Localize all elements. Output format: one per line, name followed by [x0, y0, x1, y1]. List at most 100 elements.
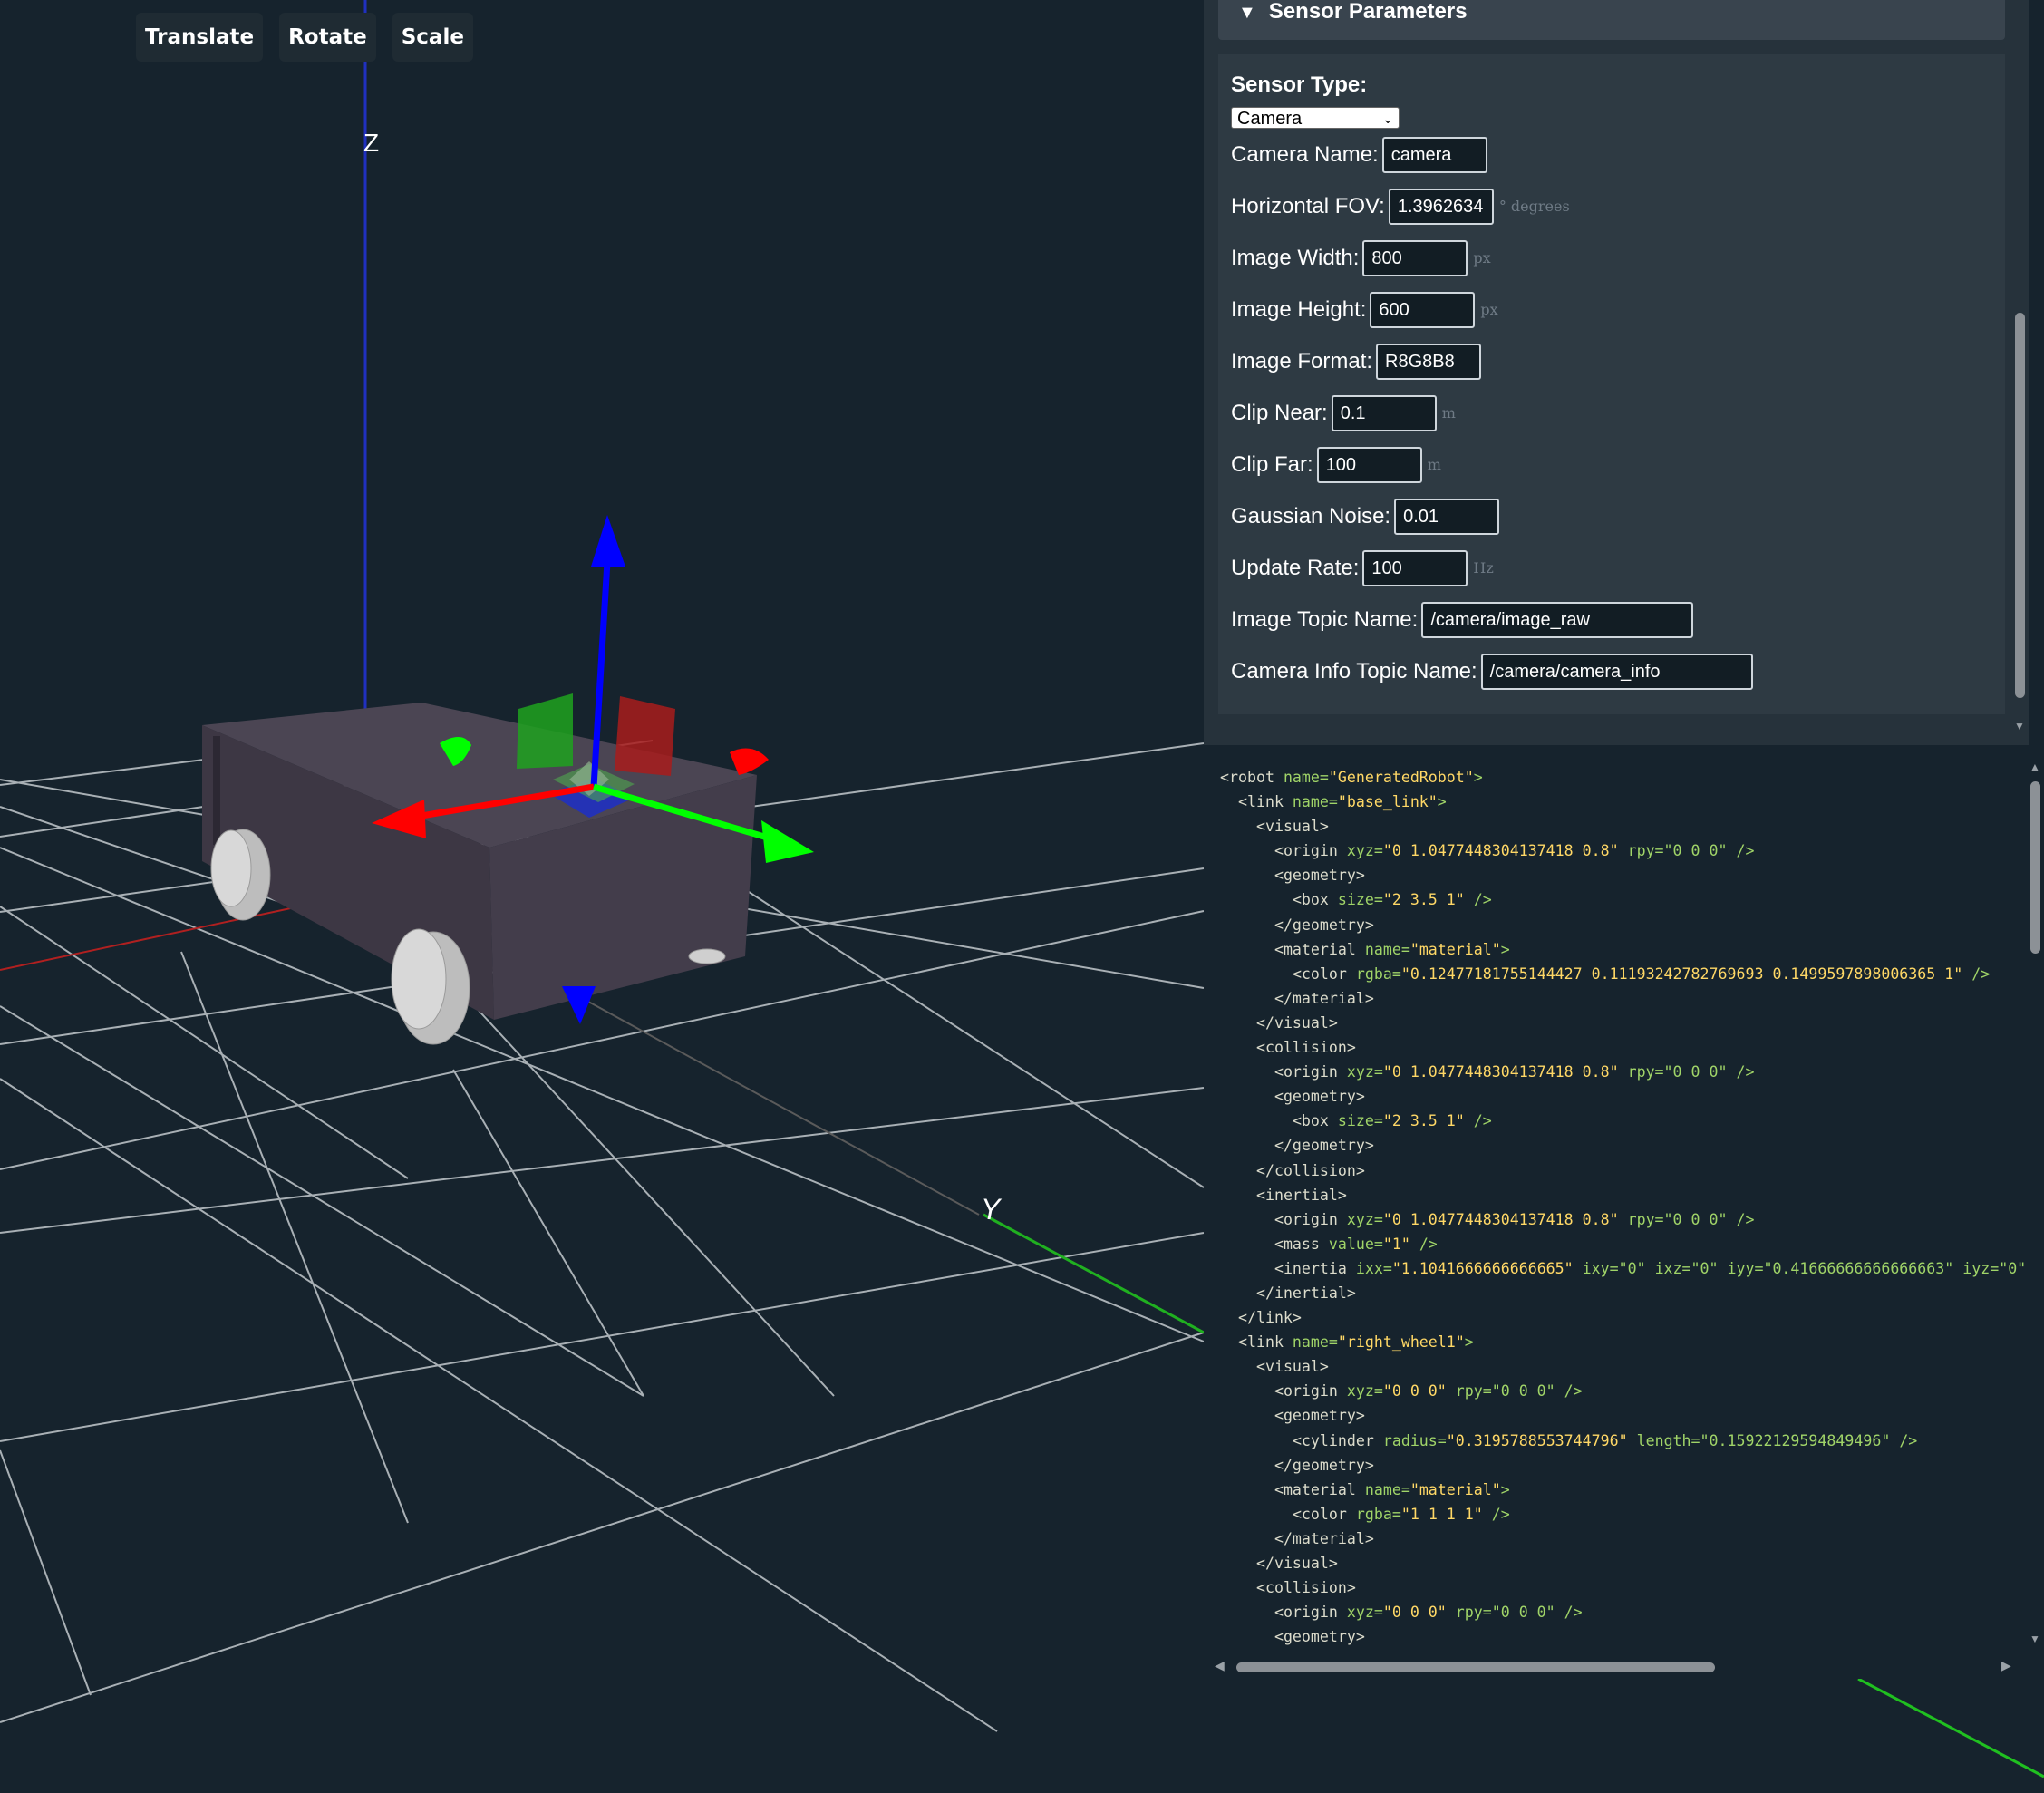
code-token: <origin: [1274, 1063, 1338, 1081]
sensor-field-label: Clip Near:: [1231, 400, 1328, 425]
code-line: <inertial>: [1220, 1183, 2026, 1207]
code-token: "0.12477181755144427 0.11193242782769693…: [1400, 964, 1963, 983]
code-token: />: [1464, 1112, 1492, 1130]
code-token: size=: [1328, 1112, 1383, 1130]
code-token: >: [1473, 769, 1483, 786]
code-token: />: [1409, 1235, 1438, 1253]
code-token: <cylinder: [1292, 1431, 1374, 1449]
code-token: radius=: [1373, 1431, 1447, 1449]
code-token: >: [1464, 1333, 1474, 1352]
sensor-field-label: Image Topic Name:: [1231, 606, 1419, 632]
code-line: <color rgba="0.12477181755144427 0.11193…: [1220, 962, 2026, 986]
code-token: <collision>: [1255, 1579, 1356, 1597]
code-line: <robot name="GeneratedRobot">: [1220, 765, 2026, 790]
code-token: <robot: [1220, 769, 1274, 786]
code-line: <geometry>: [1220, 1084, 2026, 1109]
translate-button[interactable]: Translate: [136, 13, 264, 62]
sensor-field-row: Update Rate: 100 Hz: [1231, 542, 1992, 594]
code-token: />: [1962, 964, 1991, 983]
code-token: value=: [1319, 1235, 1383, 1253]
code-token: "0 1.0477448304137418 0.8": [1382, 1063, 1619, 1081]
code-line: <color rgba="1 1 1 1" />: [1220, 1502, 2026, 1526]
sensor-form: Sensor Type: Camera ⌄ Camera Name: camera…: [1218, 54, 2005, 714]
code-token: <material: [1274, 940, 1356, 958]
code-token: </visual>: [1255, 1013, 1338, 1032]
urdf-code[interactable]: <robot name="GeneratedRobot"> <link name…: [1220, 765, 2026, 1649]
code-token: rpy="0 0 0" />: [1446, 1604, 1583, 1622]
code-token: <geometry>: [1274, 1628, 1365, 1646]
scrollbar-thumb[interactable]: [2015, 313, 2025, 698]
code-token: <visual>: [1255, 818, 1329, 836]
sensor-field-unit: m: [1427, 456, 1441, 473]
sensor-field-input[interactable]: /camera/camera_info: [1480, 653, 1753, 690]
collapse-triangle-icon[interactable]: ▼: [1238, 3, 1256, 23]
sensor-field-input[interactable]: camera: [1381, 136, 1487, 173]
sensor-field-input[interactable]: 0.1: [1331, 394, 1437, 431]
code-token: rpy="0 0 0" />: [1618, 1063, 1755, 1081]
code-token: <inertia: [1274, 1259, 1347, 1277]
code-token: </material>: [1274, 989, 1374, 1007]
code-token: <link: [1237, 1333, 1284, 1352]
urdf-code-panel[interactable]: <robot name="GeneratedRobot"> <link name…: [1204, 749, 2044, 1679]
sensor-field-input[interactable]: 800: [1362, 239, 1468, 276]
code-token: <link: [1237, 793, 1284, 811]
sensor-field-input[interactable]: 600: [1370, 291, 1476, 328]
code-token: name=: [1355, 940, 1410, 958]
code-token: "0 1.0477448304137418 0.8": [1382, 1210, 1619, 1228]
code-token: <geometry>: [1274, 1407, 1365, 1425]
code-token: "0.3195788553744796": [1446, 1431, 1628, 1449]
code-token: "0 0 0": [1382, 1382, 1447, 1400]
scroll-left-arrow-icon[interactable]: ◀: [1215, 1658, 1225, 1673]
code-line: <origin xyz="0 0 0" rpy="0 0 0" />: [1220, 1600, 2026, 1624]
code-line: <visual>: [1220, 1354, 2026, 1379]
code-line: <material name="material">: [1220, 937, 2026, 962]
scroll-down-arrow-icon[interactable]: ▼: [2029, 1633, 2040, 1644]
code-token: <visual>: [1255, 1358, 1329, 1376]
code-token: "right_wheel1": [1337, 1333, 1465, 1352]
code-token: name=: [1355, 1480, 1410, 1498]
sensor-field-input[interactable]: R8G8B8: [1376, 343, 1482, 380]
scroll-right-arrow-icon[interactable]: ▶: [2001, 1658, 2011, 1673]
scroll-down-arrow-icon[interactable]: ▼: [2014, 721, 2025, 732]
sensor-field-input[interactable]: /camera/image_raw: [1421, 601, 1694, 638]
code-horizontal-scrollbar[interactable]: ◀ ▶: [1204, 1655, 2029, 1679]
sensor-field-row: Gaussian Noise: 0.01: [1231, 490, 1992, 542]
sensor-field-input[interactable]: 100: [1316, 446, 1422, 483]
sensor-field-label: Camera Info Topic Name:: [1231, 658, 1477, 683]
code-token: </link>: [1237, 1309, 1302, 1327]
code-token: />: [1482, 1505, 1510, 1523]
sensor-field-input[interactable]: 1.3962634: [1388, 188, 1494, 225]
code-line: <visual>: [1220, 814, 2026, 838]
y-axis-line: [983, 1213, 1205, 1334]
scale-button[interactable]: Scale: [392, 13, 473, 62]
code-vertical-scrollbar[interactable]: ▲ ▼: [2024, 749, 2044, 1655]
code-line: <box size="2 3.5 1" />: [1220, 887, 2026, 912]
sensor-panel-scrollbar[interactable]: ▼: [2009, 0, 2029, 745]
code-token: "material": [1409, 940, 1501, 958]
code-token: "base_link": [1337, 793, 1438, 811]
code-token: >: [1437, 793, 1447, 811]
scroll-up-arrow-icon[interactable]: ▲: [2029, 761, 2040, 772]
sensor-field-input[interactable]: 0.01: [1394, 498, 1500, 535]
code-token: rpy="0 0 0" />: [1446, 1382, 1583, 1400]
code-token: "0 1.0477448304137418 0.8": [1382, 842, 1619, 860]
code-line: </visual>: [1220, 1551, 2026, 1575]
rotate-button[interactable]: Rotate: [279, 13, 376, 62]
sensor-parameters-panel: ▼ Sensor Parameters Sensor Type: Camera ⌄…: [1204, 0, 2029, 745]
code-line: <box size="2 3.5 1" />: [1220, 1109, 2026, 1133]
code-token: </geometry>: [1274, 1137, 1374, 1155]
code-line: </geometry>: [1220, 1133, 2026, 1158]
code-token: xyz=: [1337, 1382, 1383, 1400]
sensor-parameters-header[interactable]: ▼ Sensor Parameters: [1218, 0, 2005, 40]
code-hscroll-thumb[interactable]: [1236, 1662, 1715, 1672]
code-line: <mass value="1" />: [1220, 1232, 2026, 1256]
sensor-field-row: Camera Name: camera: [1231, 129, 1992, 180]
transform-toolbar: Translate Rotate Scale: [136, 13, 473, 62]
sensor-field-input[interactable]: 100: [1362, 549, 1468, 586]
sensor-field-label: Camera Name:: [1231, 141, 1379, 167]
code-vscroll-thumb[interactable]: [2030, 781, 2040, 954]
sensor-type-select[interactable]: Camera ⌄: [1231, 107, 1400, 129]
code-token: <material: [1274, 1480, 1356, 1498]
sensor-field-row: Image Format: R8G8B8: [1231, 335, 1992, 387]
code-token: >: [1500, 940, 1510, 958]
